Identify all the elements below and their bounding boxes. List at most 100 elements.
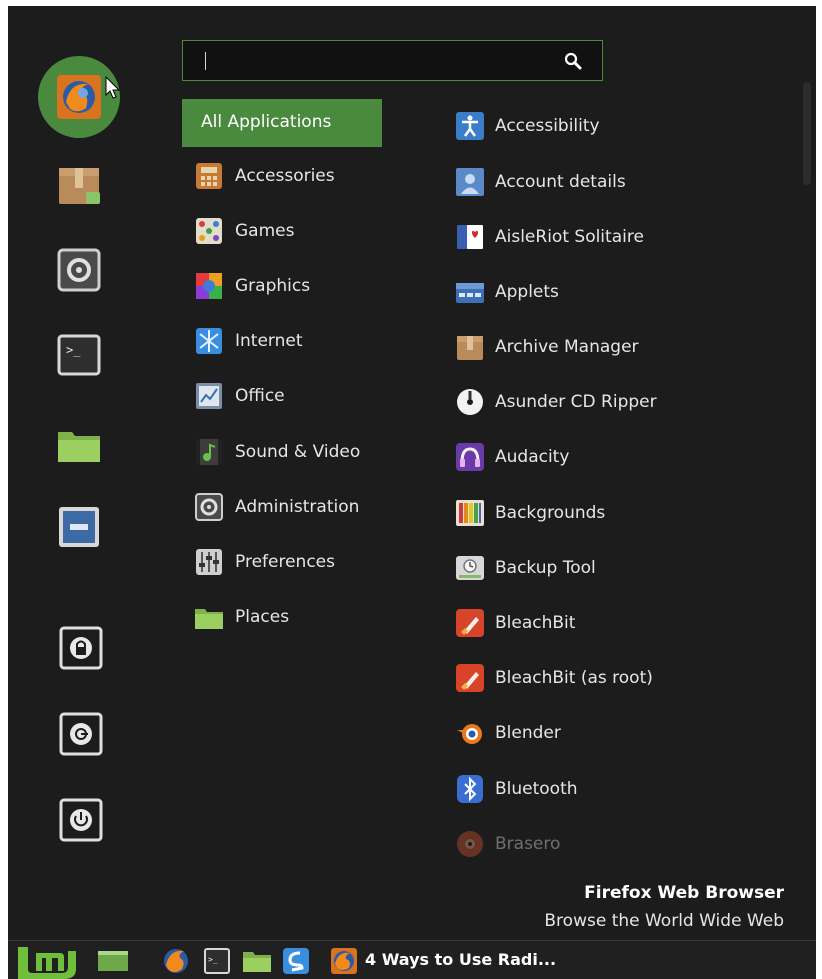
- terminal-icon[interactable]: >_: [56, 332, 102, 378]
- app-bleachbit[interactable]: BleachBit: [454, 607, 575, 639]
- preferences-icon: [193, 546, 225, 578]
- software-manager-icon[interactable]: [282, 947, 310, 975]
- category-label: Administration: [235, 497, 360, 517]
- firefox-icon[interactable]: [162, 947, 190, 975]
- cd-icon: [454, 386, 486, 418]
- app-backgrounds[interactable]: Backgrounds: [454, 497, 605, 529]
- category-office[interactable]: Office: [193, 380, 285, 412]
- category-label: Office: [235, 386, 285, 406]
- accessibility-icon: [454, 110, 486, 142]
- svg-text:>_: >_: [66, 343, 81, 357]
- power-icon[interactable]: [58, 797, 104, 843]
- app-label: Asunder CD Ripper: [495, 392, 657, 412]
- blender-icon: [454, 717, 486, 749]
- app-aisleriot-solitaire[interactable]: AisleRiot Solitaire: [454, 221, 644, 253]
- accessories-icon: [193, 160, 225, 192]
- logout-icon[interactable]: [58, 711, 104, 757]
- app-label: Archive Manager: [495, 337, 639, 357]
- bluetooth-icon: [454, 773, 486, 805]
- app-backup-tool[interactable]: Backup Tool: [454, 552, 596, 584]
- app-brasero[interactable]: Brasero: [454, 828, 560, 860]
- app-label: AisleRiot Solitaire: [495, 227, 644, 247]
- show-desktop-icon[interactable]: [96, 949, 130, 973]
- backgrounds-icon: [454, 497, 486, 529]
- system-settings-icon[interactable]: [56, 247, 102, 293]
- app-label: Backgrounds: [495, 503, 606, 523]
- office-icon: [193, 380, 225, 412]
- archive-icon: [454, 331, 486, 363]
- sound-video-icon: [193, 436, 225, 468]
- app-label: BleachBit: [495, 613, 576, 633]
- mouse-cursor-icon: [105, 76, 121, 99]
- applets-icon: [454, 276, 486, 308]
- category-all-applications[interactable]: All Applications: [182, 99, 382, 147]
- bleachbit-icon: [454, 607, 486, 639]
- category-games[interactable]: Games: [193, 215, 294, 247]
- app-label: Applets: [495, 282, 559, 302]
- bleachbit-icon: [454, 662, 486, 694]
- category-label: Internet: [235, 331, 303, 351]
- app-applets[interactable]: Applets: [454, 276, 559, 308]
- text-caret: [205, 52, 206, 70]
- terminal-icon[interactable]: >_: [204, 948, 230, 974]
- category-administration[interactable]: Administration: [193, 491, 359, 523]
- app-bluetooth[interactable]: Bluetooth: [454, 773, 578, 805]
- taskbar: >_ 4 Ways to Use Radi...: [8, 940, 816, 979]
- search-icon: [564, 52, 582, 70]
- category-label: Places: [235, 607, 290, 627]
- app-label: Account details: [495, 172, 626, 192]
- brasero-icon: [454, 828, 486, 860]
- audacity-icon: [454, 441, 486, 473]
- firefox-window-icon: [331, 948, 357, 974]
- category-label: Graphics: [235, 276, 311, 296]
- places-folder-icon: [193, 601, 225, 633]
- category-graphics[interactable]: Graphics: [193, 270, 310, 302]
- firefox-icon[interactable]: [56, 74, 102, 120]
- category-label: All Applications: [201, 112, 332, 132]
- category-label: Games: [235, 221, 295, 241]
- app-label: Audacity: [495, 447, 570, 467]
- app-audacity[interactable]: Audacity: [454, 441, 569, 473]
- folder-icon[interactable]: [56, 422, 102, 468]
- category-sound-video[interactable]: Sound & Video: [193, 436, 360, 468]
- category-accessories[interactable]: Accessories: [193, 160, 335, 192]
- app-label: Blender: [495, 723, 561, 743]
- lock-screen-icon[interactable]: [58, 625, 104, 671]
- mint-menu-icon[interactable]: [16, 945, 80, 979]
- category-label: Accessories: [235, 166, 335, 186]
- selected-app-title: Firefox Web Browser: [584, 883, 784, 903]
- games-icon: [193, 215, 225, 247]
- package-icon[interactable]: [56, 162, 102, 208]
- app-label: Backup Tool: [495, 558, 596, 578]
- category-label: Preferences: [235, 552, 335, 572]
- search-box[interactable]: [182, 40, 603, 81]
- app-blender[interactable]: Blender: [454, 717, 561, 749]
- cards-icon: [454, 221, 486, 253]
- graphics-icon: [193, 270, 225, 302]
- category-internet[interactable]: Internet: [193, 325, 303, 357]
- app-label: BleachBit (as root): [495, 668, 653, 688]
- application-menu: [8, 6, 816, 940]
- app-accessibility[interactable]: Accessibility: [454, 110, 600, 142]
- category-preferences[interactable]: Preferences: [193, 546, 335, 578]
- account-icon: [454, 166, 486, 198]
- selected-app-description: Browse the World Wide Web: [544, 911, 784, 931]
- app-label: Brasero: [495, 834, 561, 854]
- app-label: Accessibility: [495, 116, 600, 136]
- app-asunder-cd-ripper[interactable]: Asunder CD Ripper: [454, 386, 657, 418]
- folder-icon[interactable]: [242, 948, 272, 974]
- app-list-scrollbar[interactable]: [803, 82, 811, 185]
- svg-text:>_: >_: [208, 955, 218, 964]
- administration-icon: [193, 491, 225, 523]
- taskbar-window-title[interactable]: 4 Ways to Use Radi...: [365, 950, 556, 969]
- internet-icon: [193, 325, 225, 357]
- app-account-details[interactable]: Account details: [454, 166, 626, 198]
- app-archive-manager[interactable]: Archive Manager: [454, 331, 639, 363]
- search-input[interactable]: [193, 47, 557, 75]
- backup-icon: [454, 552, 486, 584]
- app-label: Bluetooth: [495, 779, 578, 799]
- screen-icon[interactable]: [56, 504, 102, 550]
- app-bleachbit-root[interactable]: BleachBit (as root): [454, 662, 653, 694]
- category-places[interactable]: Places: [193, 601, 289, 633]
- category-label: Sound & Video: [235, 442, 361, 462]
